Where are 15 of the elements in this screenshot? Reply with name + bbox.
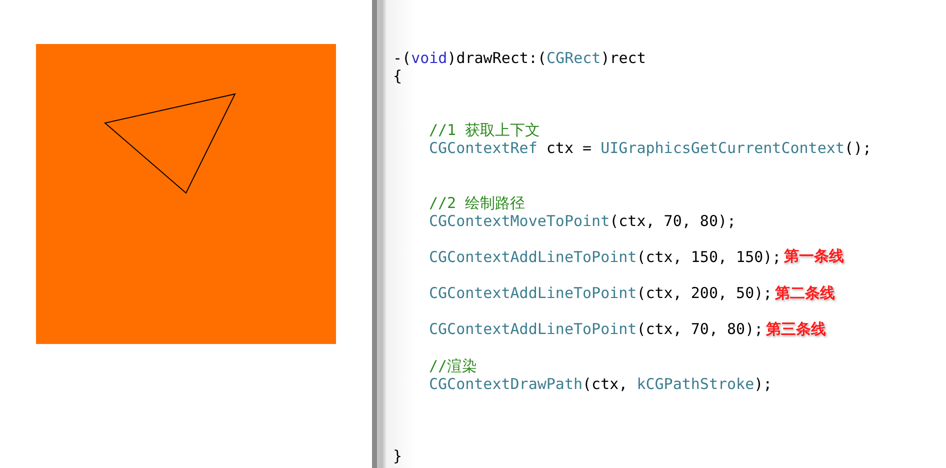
code-line: -(void)drawRect:(CGRect)rect [393, 49, 646, 67]
code-comment: //渲染 [429, 356, 478, 374]
code-line: CGContextMoveToPoint(ctx, 70, 80); [429, 212, 736, 230]
annotation-label: 第二条线 [775, 284, 836, 303]
annotation-label: 第一条线 [784, 247, 844, 266]
code-line: CGContextAddLineToPoint(ctx, 70, 80); [429, 320, 764, 338]
code-line: CGContextRef ctx = UIGraphicsGetCurrentContext(); [429, 139, 872, 158]
code-comment: //1 获取上下文 [429, 121, 540, 140]
code-line: CGContextDrawPath(ctx, kCGPathStroke); [429, 374, 772, 392]
code-comment: //2 绘制路径 [429, 194, 526, 212]
code-line: } [393, 447, 402, 466]
annotation-label: 第三条线 [766, 320, 826, 339]
code-line: { [393, 67, 402, 85]
code-line: CGContextAddLineToPoint(ctx, 150, 150); [429, 248, 782, 266]
code-line: CGContextAddLineToPoint(ctx, 200, 50); [429, 284, 772, 302]
